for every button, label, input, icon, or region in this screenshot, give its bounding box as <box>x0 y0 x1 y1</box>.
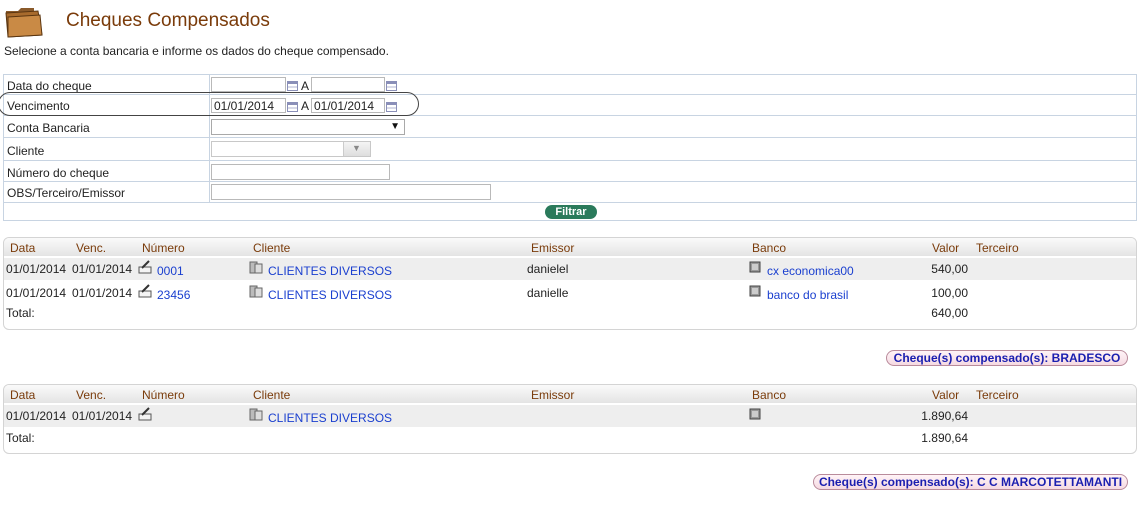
cell-cliente-link[interactable]: CLIENTES DIVERSOS <box>268 411 392 425</box>
col-banco[interactable]: Banco <box>752 241 786 255</box>
cliente-label: Cliente <box>7 144 45 158</box>
cell-banco-link[interactable]: banco do brasil <box>767 288 848 302</box>
filter-button[interactable]: Filtrar <box>545 205 597 219</box>
combobox-button[interactable]: ▼ <box>343 142 370 156</box>
cell-emissor: danielel <box>527 262 569 276</box>
cell-venc: 01/01/2014 <box>72 286 133 300</box>
col-valor[interactable]: Valor <box>932 388 959 402</box>
client-icon <box>249 261 263 274</box>
table-row: 01/01/2014 01/01/2014 23456 CLIENTES DIV… <box>4 282 1136 304</box>
cell-cliente-link[interactable]: CLIENTES DIVERSOS <box>268 288 392 302</box>
data-cheque-from-input[interactable] <box>211 77 286 92</box>
table-total-row: Total: 640,00 <box>4 304 1136 326</box>
client-icon <box>249 285 263 298</box>
conta-bancaria-label: Conta Bancaria <box>7 121 90 135</box>
cheque-pen-icon[interactable] <box>138 407 152 421</box>
table-row: 01/01/2014 01/01/2014 CLIENTES DIVERSOS … <box>4 405 1136 427</box>
filter-row-numero: Número do cheque <box>4 161 1136 182</box>
bank-icon <box>749 408 761 420</box>
table-total-row: Total: 1.890,64 <box>4 429 1136 451</box>
col-valor[interactable]: Valor <box>932 241 959 255</box>
page-title: Cheques Compensados <box>66 10 270 31</box>
cell-cliente-link[interactable]: CLIENTES DIVERSOS <box>268 264 392 278</box>
col-terceiro[interactable]: Terceiro <box>976 388 1019 402</box>
cell-valor: 540,00 <box>931 262 968 276</box>
cell-venc: 01/01/2014 <box>72 409 133 423</box>
folder-icon <box>5 8 43 38</box>
highlight-annotation <box>0 92 419 116</box>
table-row: 01/01/2014 01/01/2014 0001 CLIENTES DIVE… <box>4 258 1136 280</box>
col-data[interactable]: Data <box>10 388 35 402</box>
cell-data: 01/01/2014 <box>6 262 67 276</box>
total-value: 1.890,64 <box>921 431 968 445</box>
bank-icon <box>749 285 761 297</box>
bank-icon <box>749 261 761 273</box>
data-cheque-to-input[interactable] <box>311 77 385 92</box>
table-header: Data Venc. Número Cliente Emissor Banco … <box>4 238 1136 256</box>
col-venc[interactable]: Venc. <box>76 388 106 402</box>
range-separator: A <box>301 79 310 93</box>
col-numero[interactable]: Número <box>142 388 185 402</box>
filter-row-conta-bancaria: Conta Bancaria ▼ <box>4 116 1136 138</box>
cell-valor: 1.890,64 <box>921 409 968 423</box>
results-table-2: Data Venc. Número Cliente Emissor Banco … <box>3 384 1137 454</box>
col-numero[interactable]: Número <box>142 241 185 255</box>
cell-numero-link[interactable]: 0001 <box>157 264 184 278</box>
cheque-pen-icon[interactable] <box>138 260 152 274</box>
cell-data: 01/01/2014 <box>6 286 67 300</box>
cell-numero-link[interactable]: 23456 <box>157 288 190 302</box>
dropdown-arrow-icon: ▼ <box>390 121 400 132</box>
col-emissor[interactable]: Emissor <box>531 388 574 402</box>
numero-cheque-label: Número do cheque <box>7 166 110 180</box>
cliente-combobox[interactable]: ▼ <box>211 141 371 157</box>
filter-row-cliente: Cliente ▼ <box>4 138 1136 161</box>
total-value: 640,00 <box>931 306 968 320</box>
table-header: Data Venc. Número Cliente Emissor Banco … <box>4 385 1136 403</box>
chevron-down-icon: ▼ <box>352 143 361 153</box>
cell-emissor: danielle <box>527 286 569 300</box>
cell-valor: 100,00 <box>931 286 968 300</box>
cell-banco-link[interactable]: cx economica00 <box>767 264 854 278</box>
col-banco[interactable]: Banco <box>752 388 786 402</box>
obs-input[interactable] <box>211 184 491 200</box>
cheque-pen-icon[interactable] <box>138 284 152 298</box>
col-data[interactable]: Data <box>10 241 35 255</box>
total-label: Total: <box>6 306 35 320</box>
data-cheque-label: Data do cheque <box>7 79 92 93</box>
page-header: Cheques Compensados <box>0 0 1141 42</box>
cell-venc: 01/01/2014 <box>72 262 133 276</box>
calendar-icon[interactable] <box>386 81 397 91</box>
col-cliente[interactable]: Cliente <box>253 388 290 402</box>
client-icon <box>249 408 263 421</box>
col-emissor[interactable]: Emissor <box>531 241 574 255</box>
filter-row-obs: OBS/Terceiro/Emissor <box>4 182 1136 203</box>
col-terceiro[interactable]: Terceiro <box>976 241 1019 255</box>
calendar-icon[interactable] <box>287 81 298 91</box>
summary-button-bradesco[interactable]: Cheque(s) compensado(s): BRADESCO <box>886 350 1128 366</box>
page-subtitle: Selecione a conta bancaria e informe os … <box>4 44 389 58</box>
numero-cheque-input[interactable] <box>211 164 390 180</box>
col-venc[interactable]: Venc. <box>76 241 106 255</box>
col-cliente[interactable]: Cliente <box>253 241 290 255</box>
results-table-1: Data Venc. Número Cliente Emissor Banco … <box>3 237 1137 330</box>
cell-data: 01/01/2014 <box>6 409 67 423</box>
total-label: Total: <box>6 431 35 445</box>
obs-label: OBS/Terceiro/Emissor <box>7 186 126 200</box>
conta-bancaria-select[interactable]: ▼ <box>211 119 405 135</box>
summary-button-marcotettamanti[interactable]: Cheque(s) compensado(s): C C MARCOTETTAM… <box>813 474 1128 490</box>
